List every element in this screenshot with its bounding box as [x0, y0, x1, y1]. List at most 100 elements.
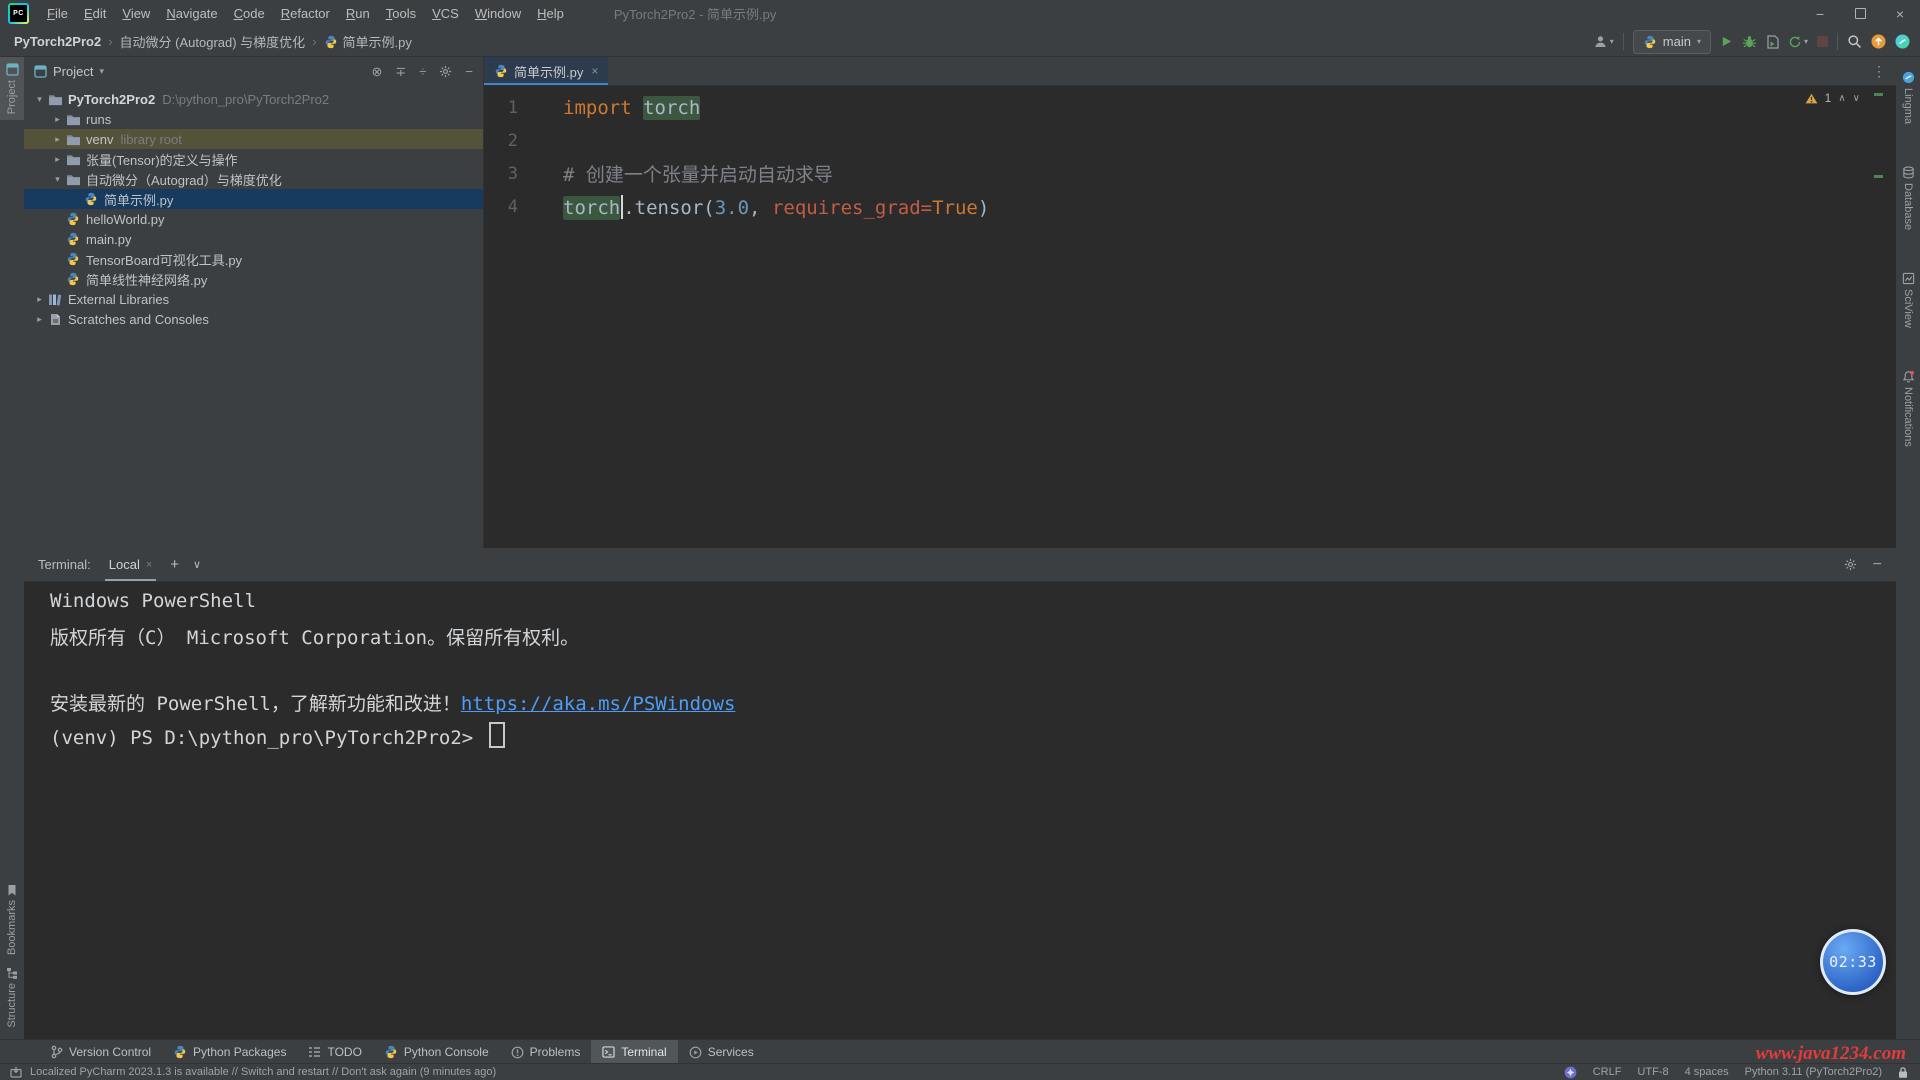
toolwindow-button-python-console[interactable]: Python Console [373, 1040, 500, 1064]
warning-count: 1 [1825, 91, 1832, 105]
code-editor[interactable]: 1import torch23# 创建一个张量并启动自动求导4torch.ten… [484, 86, 1896, 223]
locate-file-icon[interactable]: ⊗ [371, 65, 382, 78]
tree-item[interactable]: 简单示例.py [24, 189, 483, 209]
strip-button-bookmarks[interactable]: Bookmarks [0, 878, 24, 961]
toolwindow-button-label: Version Control [69, 1045, 151, 1059]
lingma-assistant-button[interactable] [1895, 34, 1910, 49]
run-button[interactable] [1720, 35, 1733, 48]
next-problem-icon[interactable]: ∨ [1853, 93, 1860, 104]
collapse-all-icon[interactable]: ∓ [395, 65, 406, 78]
tree-item[interactable]: TensorBoard可视化工具.py [24, 249, 483, 269]
indent-indicator[interactable]: 4 spaces [1685, 1066, 1729, 1078]
menu-item-edit[interactable]: Edit [76, 6, 114, 21]
menu-item-navigate[interactable]: Navigate [158, 6, 225, 21]
tab-options-icon[interactable]: ⋮ [1862, 63, 1896, 80]
menu-item-help[interactable]: Help [529, 6, 572, 21]
tree-item[interactable]: helloWorld.py [24, 209, 483, 229]
close-button[interactable]: × [1880, 0, 1920, 27]
menu-item-window[interactable]: Window [467, 6, 529, 21]
terminal-link[interactable]: https://aka.ms/PSWindows [461, 693, 736, 715]
encoding-indicator[interactable]: UTF-8 [1637, 1066, 1668, 1078]
strip-button-lingma[interactable]: Lingma [1896, 65, 1920, 130]
code-token: requires_grad [772, 197, 921, 219]
strip-button-notifications[interactable]: Notifications [1896, 364, 1920, 453]
tree-item[interactable]: ▸runs [24, 109, 483, 129]
prev-problem-icon[interactable]: ∧ [1838, 93, 1845, 104]
toolwindow-button-problems[interactable]: Problems [500, 1040, 592, 1064]
tree-chevron-icon[interactable]: ▸ [50, 134, 65, 145]
update-available-button[interactable] [1871, 34, 1886, 49]
tree-chevron-icon[interactable]: ▾ [50, 174, 65, 185]
inspection-widget[interactable]: 1 ∧ ∨ [1805, 91, 1860, 105]
tree-item[interactable]: ▾PyTorch2Pro2D:\python_pro\PyTorch2Pro2 [24, 89, 483, 109]
plugin-status-icon[interactable] [1564, 1066, 1577, 1079]
breadcrumb-item[interactable]: PyTorch2Pro2 [14, 34, 101, 49]
toolwindow-button-terminal[interactable]: Terminal [591, 1040, 677, 1064]
toolwindow-button-python-packages[interactable]: Python Packages [162, 1040, 297, 1064]
user-profile-button[interactable]: ▾ [1593, 34, 1614, 49]
terminal-tab-local[interactable]: Local × [105, 548, 157, 581]
editor-tab-bar: 简单示例.py × ⋮ [484, 57, 1896, 86]
toolwindow-button-services[interactable]: Services [678, 1040, 765, 1064]
tab-close-icon[interactable]: × [591, 64, 598, 78]
debug-button[interactable] [1742, 35, 1757, 49]
menu-item-vcs[interactable]: VCS [424, 6, 467, 21]
search-everywhere-button[interactable] [1847, 34, 1862, 49]
strip-button-structure[interactable]: Structure [0, 961, 24, 1034]
menu-item-refactor[interactable]: Refactor [273, 6, 338, 21]
structure-icon [6, 967, 18, 979]
menu-item-code[interactable]: Code [226, 6, 273, 21]
tree-item[interactable]: ▸Scratches and Consoles [24, 309, 483, 329]
tree-chevron-icon[interactable]: ▸ [32, 294, 47, 305]
status-message[interactable]: Localized PyCharm 2023.1.3 is available … [30, 1066, 496, 1078]
tree-chevron-icon[interactable]: ▸ [50, 154, 65, 165]
chevron-down-icon[interactable]: ▾ [99, 66, 104, 77]
editor-tab[interactable]: 简单示例.py × [484, 57, 608, 85]
services-icon [689, 1046, 702, 1059]
terminal-options-icon[interactable]: ∨ [193, 558, 201, 571]
toolwindow-button-version-control[interactable]: Version Control [40, 1040, 162, 1064]
terminal-tab-close-icon[interactable]: × [146, 559, 152, 571]
strip-button-database[interactable]: Database [1896, 160, 1920, 236]
rerun-button[interactable]: ▾ [1788, 35, 1808, 49]
tree-item[interactable]: ▸External Libraries [24, 289, 483, 309]
tree-chevron-icon[interactable]: ▾ [32, 94, 47, 105]
tree-chevron-icon[interactable]: ▸ [50, 114, 65, 125]
breadcrumb-item[interactable]: 简单示例.py [324, 32, 412, 51]
ide-update-icon[interactable] [10, 1066, 22, 1078]
terminal-output[interactable]: Windows PowerShell版权所有（C） Microsoft Corp… [24, 582, 1896, 755]
toolwindow-button-todo[interactable]: TODO [297, 1040, 372, 1064]
tree-item[interactable]: 简单线性神经网络.py [24, 269, 483, 289]
coverage-button[interactable] [1766, 35, 1779, 49]
python-icon [384, 1045, 398, 1059]
strip-button-project[interactable]: Project [0, 57, 24, 120]
run-configuration-select[interactable]: main ▾ [1633, 30, 1711, 54]
stop-button[interactable] [1817, 36, 1828, 47]
pycharm-logo-icon[interactable]: PC [8, 3, 29, 24]
minimize-button[interactable]: − [1800, 0, 1840, 27]
python-icon [65, 232, 81, 246]
breadcrumb-item[interactable]: 自动微分 (Autograd) 与梯度优化 [120, 32, 306, 51]
menu-item-tools[interactable]: Tools [378, 6, 424, 21]
tree-item[interactable]: main.py [24, 229, 483, 249]
watermark: www.java1234.com [1756, 1043, 1906, 1065]
tree-item[interactable]: ▸venvlibrary root [24, 129, 483, 149]
terminal-settings-icon[interactable] [1844, 558, 1857, 571]
new-terminal-icon[interactable]: + [170, 556, 179, 573]
line-ending-indicator[interactable]: CRLF [1593, 1066, 1622, 1078]
terminal-hide-icon[interactable]: − [1873, 556, 1882, 574]
strip-button-sciview[interactable]: SciView [1896, 266, 1920, 334]
menu-item-file[interactable]: File [39, 6, 76, 21]
maximize-button[interactable] [1840, 0, 1880, 27]
interpreter-indicator[interactable]: Python 3.11 (PyTorch2Pro2) [1745, 1066, 1882, 1078]
menu-item-run[interactable]: Run [338, 6, 378, 21]
lock-icon[interactable] [1898, 1066, 1908, 1079]
expand-icon[interactable]: ÷ [419, 65, 426, 78]
tree-chevron-icon[interactable]: ▸ [32, 314, 47, 325]
menu-item-view[interactable]: View [114, 6, 158, 21]
tree-item[interactable]: ▾自动微分（Autograd）与梯度优化 [24, 169, 483, 189]
project-panel-title[interactable]: Project [53, 64, 93, 79]
settings-gear-icon[interactable] [439, 65, 452, 78]
tree-item[interactable]: ▸张量(Tensor)的定义与操作 [24, 149, 483, 169]
hide-panel-icon[interactable]: − [465, 65, 473, 78]
